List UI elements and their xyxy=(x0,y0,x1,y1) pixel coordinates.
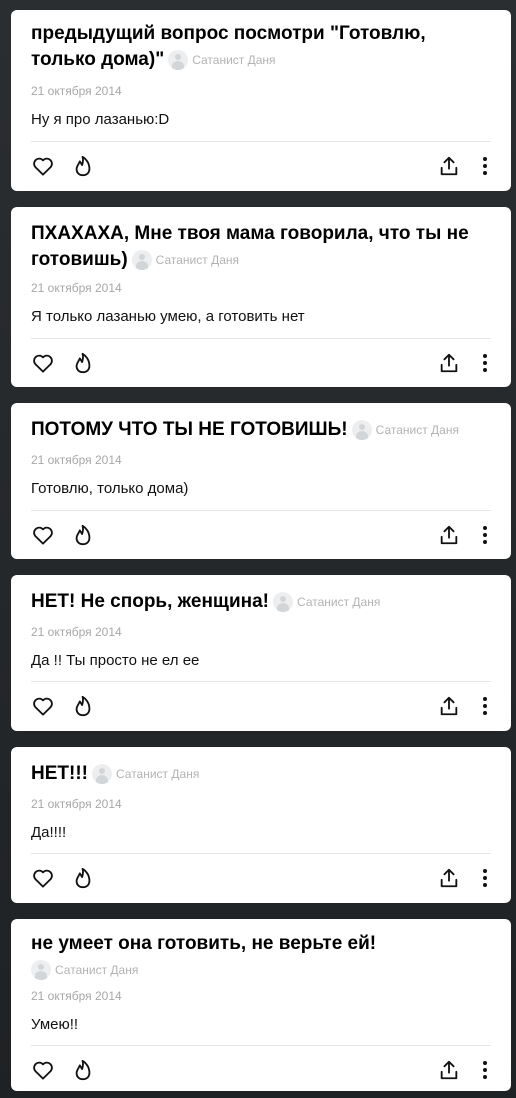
share-icon[interactable] xyxy=(437,351,461,375)
post-card: предыдущий вопрос посмотри "Готовлю, тол… xyxy=(11,10,511,191)
post-date: 21 октября 2014 xyxy=(31,453,122,467)
post-card: ПОТОМУ ЧТО ТЫ НЕ ГОТОВИШЬ! Сатанист Даня … xyxy=(11,403,511,559)
more-vertical-icon[interactable] xyxy=(473,351,497,375)
question-text: не умеет она готовить, не верьте ей! xyxy=(31,933,377,954)
answer-text: Да !! Ты просто не ел ее xyxy=(31,652,200,669)
action-bar xyxy=(31,351,497,379)
more-vertical-icon[interactable] xyxy=(473,154,497,178)
post-date: 21 октября 2014 xyxy=(31,989,122,1003)
question: НЕТ! Не спорь, женщина! Сатанист Даня xyxy=(31,589,491,615)
avatar-icon xyxy=(168,50,189,71)
more-vertical-icon[interactable] xyxy=(473,523,497,547)
question: предыдущий вопрос посмотри "Готовлю, тол… xyxy=(31,21,491,73)
author-name: Сатанист Даня xyxy=(55,962,139,977)
divider xyxy=(31,853,491,854)
share-icon[interactable] xyxy=(437,154,461,178)
fire-icon[interactable] xyxy=(71,866,95,890)
share-icon[interactable] xyxy=(437,694,461,718)
post-date: 21 октября 2014 xyxy=(31,84,122,98)
avatar-icon xyxy=(91,764,112,785)
post-card: НЕТ! Не спорь, женщина! Сатанист Даня 21 … xyxy=(11,575,511,731)
divider xyxy=(31,510,491,511)
question-text: НЕТ!!! xyxy=(31,763,88,784)
post-card: НЕТ!!! Сатанист Даня 21 октября 2014 Да!!… xyxy=(11,747,511,903)
share-icon[interactable] xyxy=(437,1058,461,1082)
avatar-icon xyxy=(31,960,51,981)
question: НЕТ!!! Сатанист Даня xyxy=(31,761,491,787)
avatar-icon xyxy=(273,592,294,613)
fire-icon[interactable] xyxy=(71,523,95,547)
question: не умеет она готовить, не верьте ей! Сата… xyxy=(31,931,491,983)
more-vertical-icon[interactable] xyxy=(473,1058,497,1082)
heart-icon[interactable] xyxy=(31,866,55,890)
more-vertical-icon[interactable] xyxy=(473,694,497,718)
question-text: ПОТОМУ ЧТО ТЫ НЕ ГОТОВИШЬ! xyxy=(31,419,348,440)
question: ПОТОМУ ЧТО ТЫ НЕ ГОТОВИШЬ! Сатанист Даня xyxy=(31,417,491,443)
author-link[interactable]: Сатанист Даня xyxy=(131,250,240,271)
avatar-icon xyxy=(131,250,152,271)
author-link[interactable]: Сатанист Даня xyxy=(351,420,459,441)
fire-icon[interactable] xyxy=(71,154,95,178)
author-name: Сатанист Даня xyxy=(192,52,276,67)
action-bar xyxy=(31,154,497,182)
author-link[interactable]: Сатанист Даня xyxy=(31,960,138,981)
action-bar xyxy=(31,523,497,551)
post-date: 21 октября 2014 xyxy=(31,797,122,811)
heart-icon[interactable] xyxy=(31,523,55,547)
fire-icon[interactable] xyxy=(71,351,95,375)
divider xyxy=(31,681,491,682)
fire-icon[interactable] xyxy=(71,1058,95,1082)
divider xyxy=(31,1045,491,1046)
question-text: ПХАХАХА, Мне твоя мама говорила, что ты … xyxy=(31,223,469,270)
author-link[interactable]: Сатанист Даня xyxy=(273,592,380,613)
question-text: НЕТ! Не спорь, женщина! xyxy=(31,591,270,612)
share-icon[interactable] xyxy=(437,866,461,890)
author-name: Сатанист Даня xyxy=(155,252,240,267)
share-icon[interactable] xyxy=(437,523,461,547)
more-vertical-icon[interactable] xyxy=(473,866,497,890)
author-link[interactable]: Сатанист Даня xyxy=(168,50,276,71)
divider xyxy=(31,141,491,142)
heart-icon[interactable] xyxy=(31,154,55,178)
post-card: ПХАХАХА, Мне твоя мама говорила, что ты … xyxy=(11,207,511,387)
heart-icon[interactable] xyxy=(31,694,55,718)
answer-text: Ну я про лазанью:D xyxy=(31,111,170,128)
avatar-icon xyxy=(351,420,372,441)
post-card: не умеет она готовить, не верьте ей! Сата… xyxy=(11,919,511,1091)
fire-icon[interactable] xyxy=(71,694,95,718)
heart-icon[interactable] xyxy=(31,351,55,375)
action-bar xyxy=(31,694,497,722)
answer-text: Я только лазанью умею, а готовить нет xyxy=(31,308,305,325)
answer-text: Умею!! xyxy=(31,1016,79,1033)
author-name: Сатанист Даня xyxy=(115,766,200,781)
answer-text: Готовлю, только дома) xyxy=(31,480,189,497)
question: ПХАХАХА, Мне твоя мама говорила, что ты … xyxy=(31,221,491,273)
answer-text: Да!!!! xyxy=(31,824,67,841)
divider xyxy=(31,338,491,339)
author-name: Сатанист Даня xyxy=(297,594,381,609)
post-date: 21 октября 2014 xyxy=(31,625,122,639)
post-date: 21 октября 2014 xyxy=(31,281,122,295)
action-bar xyxy=(31,1058,497,1086)
author-name: Сатанист Даня xyxy=(375,422,459,437)
heart-icon[interactable] xyxy=(31,1058,55,1082)
author-link[interactable]: Сатанист Даня xyxy=(91,764,200,785)
action-bar xyxy=(31,866,497,894)
